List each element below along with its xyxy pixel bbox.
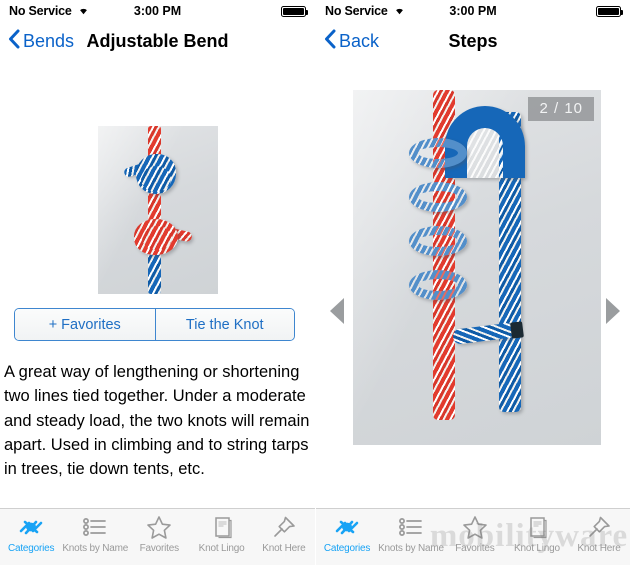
tab-favorites[interactable]: Favorites <box>444 514 506 554</box>
step-counter-badge: 2 / 10 <box>528 97 594 121</box>
previous-step-button[interactable] <box>330 298 344 324</box>
tab-knot-lingo[interactable]: Knot Lingo <box>506 514 568 554</box>
tab-knots-by-name[interactable]: Knots by Name <box>62 514 128 554</box>
right-content: 2 / 10 <box>316 60 630 508</box>
tie-the-knot-button[interactable]: Tie the Knot <box>154 309 294 340</box>
star-icon <box>146 514 172 540</box>
back-button[interactable]: Back <box>324 29 379 54</box>
tab-label: Knots by Name <box>62 543 129 554</box>
tab-favorites[interactable]: Favorites <box>128 514 190 554</box>
nav-bar-left: Bends Adjustable Bend <box>0 22 315 60</box>
tab-categories[interactable]: Categories <box>316 514 378 554</box>
tab-label: Categories <box>323 543 371 554</box>
status-left-group: No Service <box>9 4 90 18</box>
tab-knot-here[interactable]: Knot Here <box>568 514 630 554</box>
wifi-icon <box>77 4 90 18</box>
tab-categories[interactable]: Categories <box>0 514 62 554</box>
status-bar-right: No Service 3:00 PM <box>316 0 630 22</box>
tab-label: Knot Here <box>577 543 621 554</box>
tab-label: Knot Lingo <box>198 543 245 554</box>
tab-label: Knot Lingo <box>514 543 560 554</box>
back-button-label: Back <box>339 30 380 51</box>
pushpin-icon <box>586 514 612 540</box>
battery-full-icon <box>281 5 308 17</box>
knot-description: A great way of lengthening or shortening… <box>4 363 310 478</box>
back-button-bends[interactable]: Bends <box>8 29 74 54</box>
tab-label: Favorites <box>139 543 180 554</box>
book-icon <box>524 514 550 540</box>
list-icon <box>82 514 108 540</box>
status-right-group <box>596 5 623 17</box>
adjustable-bend-knot-photo <box>98 126 218 294</box>
add-favorites-button[interactable]: + Favorites <box>15 309 155 340</box>
battery-full-icon <box>596 5 623 17</box>
status-left-group: No Service <box>325 4 406 18</box>
chevron-left-icon <box>324 29 336 54</box>
nav-bar-right: Back Steps <box>316 22 630 60</box>
right-screen: No Service 3:00 PM Back Steps 2 / 10 Cat… <box>315 0 630 565</box>
tab-knots-by-name[interactable]: Knots by Name <box>378 514 444 554</box>
chevron-left-icon <box>8 29 20 54</box>
list-icon <box>398 514 424 540</box>
left-screen: No Service 3:00 PM Bends Adjustable Bend… <box>0 0 315 565</box>
segmented-control: + Favorites Tie the Knot <box>14 308 295 341</box>
tab-knot-lingo[interactable]: Knot Lingo <box>190 514 252 554</box>
tab-bar-right: Categories Knots by Name Favorites Knot … <box>316 508 630 565</box>
back-button-label: Bends <box>23 30 75 51</box>
tab-label: Knots by Name <box>378 543 444 554</box>
status-bar-left: No Service 3:00 PM <box>0 0 315 22</box>
knot-step-photo: 2 / 10 <box>353 90 601 445</box>
carrier-label: No Service <box>9 4 72 18</box>
status-right-group <box>281 5 308 17</box>
pushpin-icon <box>271 514 297 540</box>
carrier-label: No Service <box>325 4 388 18</box>
tab-label: Categories <box>7 543 55 554</box>
tab-bar-left: Categories Knots by Name Favorites Knot … <box>0 508 315 565</box>
star-icon <box>462 514 488 540</box>
dual-screenshot: No Service 3:00 PM Bends Adjustable Bend… <box>0 0 630 565</box>
next-step-button[interactable] <box>606 298 620 324</box>
tab-knot-here[interactable]: Knot Here <box>253 514 315 554</box>
book-icon <box>209 514 235 540</box>
wifi-icon <box>393 4 406 18</box>
left-content: + Favorites Tie the Knot A great way of … <box>0 60 315 508</box>
tab-label: Knot Here <box>262 543 306 554</box>
knot-icon <box>18 514 44 540</box>
knot-icon <box>334 514 360 540</box>
tab-label: Favorites <box>455 543 495 554</box>
